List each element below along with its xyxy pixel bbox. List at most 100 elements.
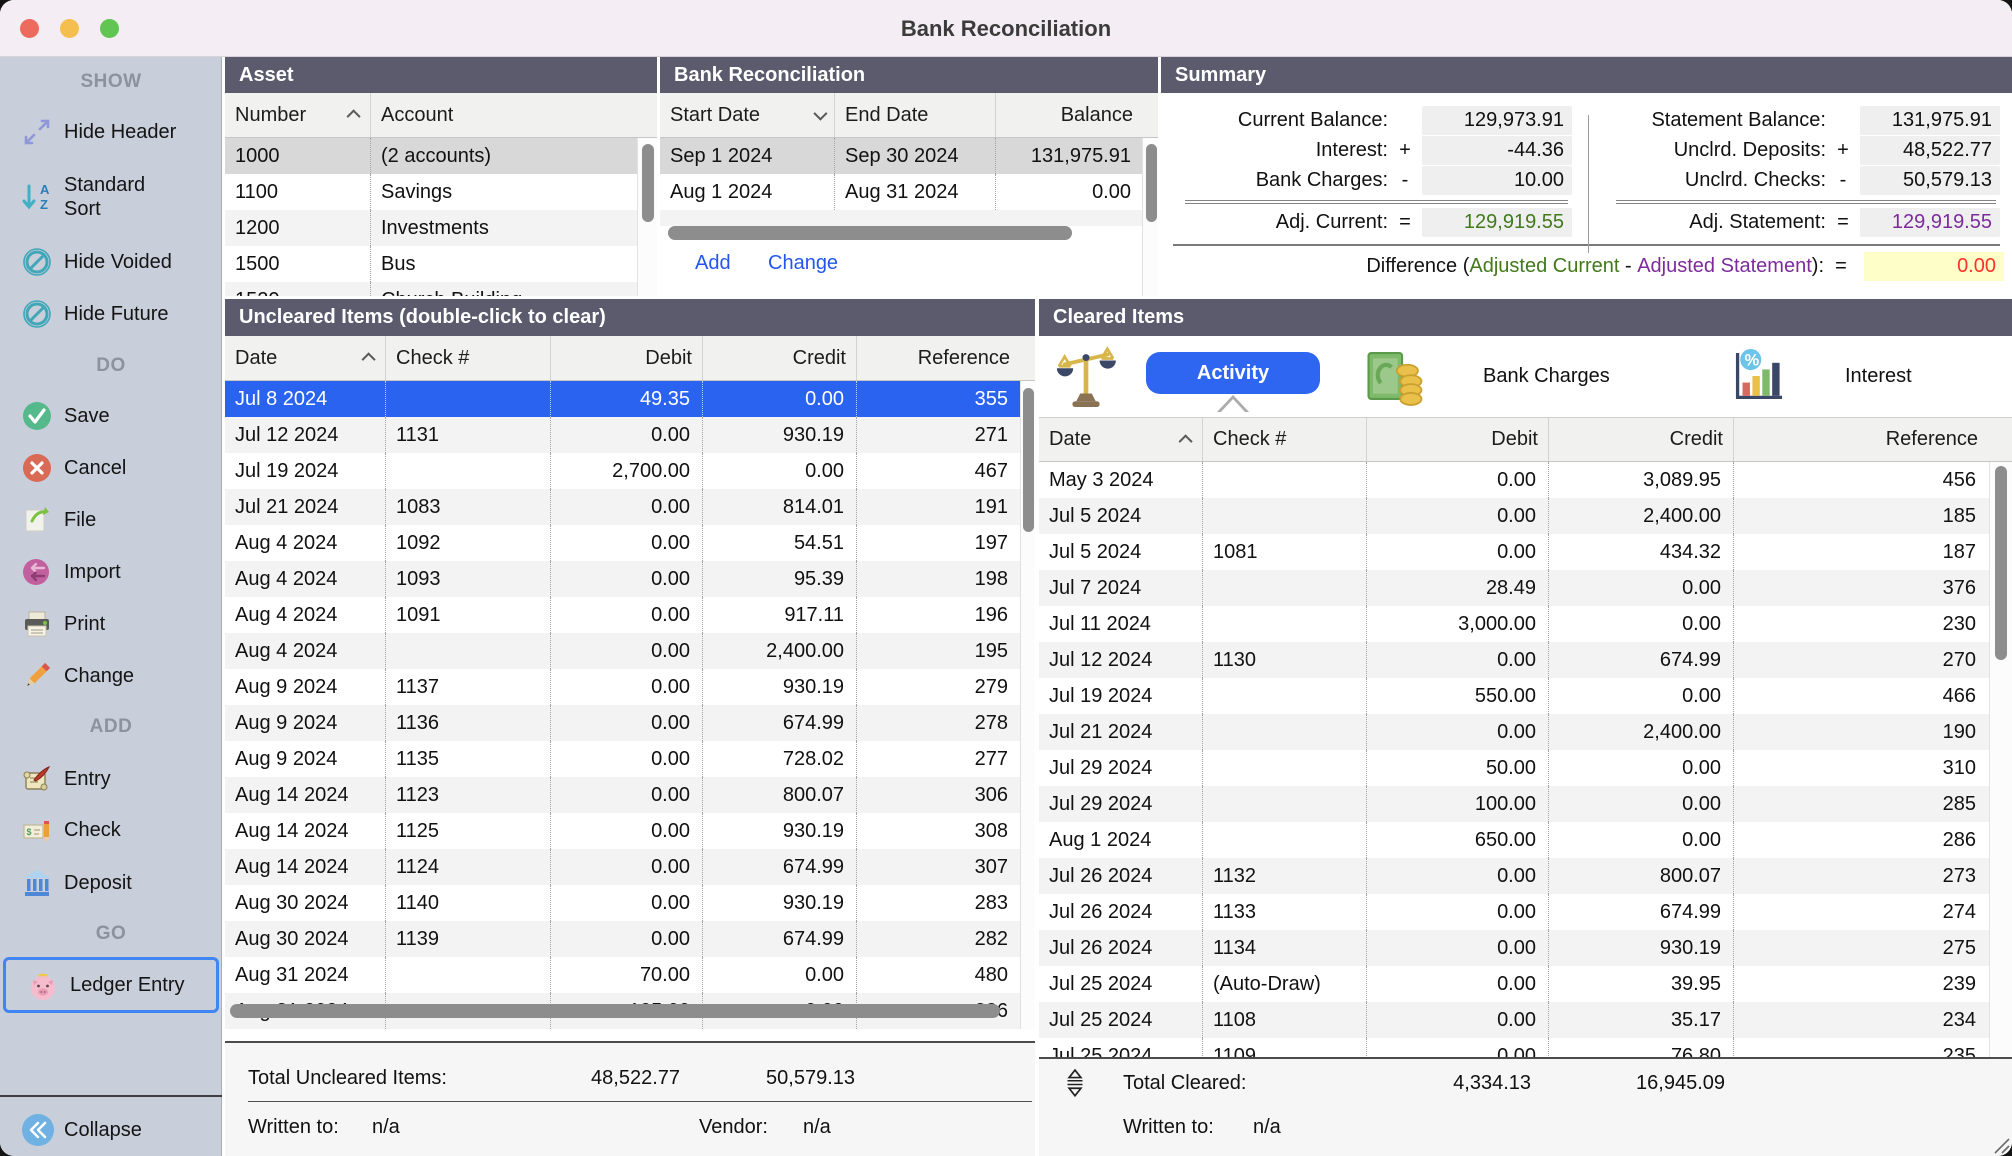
table-row[interactable]: May 3 20240.003,089.95456: [1039, 462, 2012, 498]
sidebar-item-entry[interactable]: Entry: [0, 753, 222, 805]
uncleared-horizontal-scrollbar-thumb[interactable]: [230, 1004, 1000, 1018]
uncleared-panel-header: Uncleared Items (double-click to clear): [225, 299, 1035, 336]
table-row[interactable]: Jul 29 202450.000.00310: [1039, 750, 2012, 786]
table-row[interactable]: 1000(2 accounts): [225, 138, 657, 174]
column-header-balance[interactable]: Balance: [995, 93, 1143, 137]
total-cleared-label: Total Cleared:: [1123, 1072, 1246, 1095]
column-header-check[interactable]: Check #: [1202, 418, 1366, 461]
table-row[interactable]: Jul 12 202411300.00674.99270: [1039, 642, 2012, 678]
table-row[interactable]: Aug 4 20240.002,400.00195: [225, 633, 1035, 669]
column-header-date[interactable]: Date: [225, 336, 385, 380]
table-row[interactable]: Jul 25 202411090.0076.80235: [1039, 1038, 2012, 1057]
scrollbar-thumb[interactable]: [1146, 144, 1157, 222]
sidebar-item-standard-sort[interactable]: A Z Standard Sort: [0, 158, 222, 236]
cell: 270: [1733, 642, 1988, 678]
column-header-credit[interactable]: Credit: [1548, 418, 1733, 461]
table-row[interactable]: Jul 25 2024(Auto-Draw)0.0039.95239: [1039, 966, 2012, 1002]
table-row[interactable]: Aug 14 202411250.00930.19308: [225, 813, 1035, 849]
table-row[interactable]: 1200Investments: [225, 210, 657, 246]
sidebar-item-print[interactable]: Print: [0, 598, 222, 650]
table-row[interactable]: Aug 4 202410930.0095.39198: [225, 561, 1035, 597]
table-row[interactable]: Aug 14 202411230.00800.07306: [225, 777, 1035, 813]
table-row[interactable]: Jul 7 202428.490.00376: [1039, 570, 2012, 606]
column-header-number[interactable]: Number: [225, 93, 370, 137]
add-link[interactable]: Add: [695, 252, 731, 275]
table-row[interactable]: Aug 9 202411360.00674.99278: [225, 705, 1035, 741]
table-row[interactable]: Aug 9 202411370.00930.19279: [225, 669, 1035, 705]
table-row[interactable]: Jul 26 202411330.00674.99274: [1039, 894, 2012, 930]
table-row[interactable]: Jul 5 202410810.00434.32187: [1039, 534, 2012, 570]
scrollbar-thumb[interactable]: [1995, 466, 2007, 660]
cleared-vertical-scrollbar[interactable]: [1989, 462, 2012, 1057]
br-vertical-scrollbar[interactable]: [1142, 138, 1158, 296]
cell: 800.07: [702, 777, 856, 813]
tab-activity[interactable]: Activity: [1146, 352, 1320, 394]
table-row[interactable]: Sep 1 2024Sep 30 2024131,975.91: [660, 138, 1158, 174]
written-to-value: n/a: [372, 1116, 400, 1139]
asset-vertical-scrollbar[interactable]: [637, 138, 657, 296]
change-link[interactable]: Change: [768, 252, 838, 275]
column-header-debit[interactable]: Debit: [1366, 418, 1548, 461]
column-header-check[interactable]: Check #: [385, 336, 550, 380]
sidebar-item-ledger-entry[interactable]: Ledger Entry: [3, 957, 219, 1013]
table-row[interactable]: Jul 21 20240.002,400.00190: [1039, 714, 2012, 750]
table-row[interactable]: Aug 30 202411400.00930.19283: [225, 885, 1035, 921]
cell: 1093: [385, 561, 550, 597]
scrollbar-thumb[interactable]: [1023, 388, 1034, 532]
table-row[interactable]: Jul 26 202411320.00800.07273: [1039, 858, 2012, 894]
sidebar-item-deposit[interactable]: Deposit: [0, 857, 222, 909]
table-row[interactable]: Jul 26 202411340.00930.19275: [1039, 930, 2012, 966]
table-row[interactable]: Jul 8 202449.350.00355: [225, 381, 1035, 417]
cell: 0.00: [1366, 498, 1548, 534]
column-header-reference[interactable]: Reference: [1733, 418, 1988, 461]
table-row[interactable]: Aug 1 2024Aug 31 20240.00: [660, 174, 1158, 210]
table-row[interactable]: Aug 1 2024650.000.00286: [1039, 822, 2012, 858]
sidebar-item-hide-future[interactable]: Hide Future: [0, 288, 222, 340]
uncleared-vertical-scrollbar[interactable]: [1020, 381, 1035, 1029]
column-header-end-date[interactable]: End Date: [834, 93, 995, 137]
table-row[interactable]: Aug 9 202411350.00728.02277: [225, 741, 1035, 777]
resize-grip[interactable]: [1990, 1134, 2010, 1154]
table-row[interactable]: Jul 19 20242,700.000.00467: [225, 453, 1035, 489]
column-header-debit[interactable]: Debit: [550, 336, 702, 380]
sidebar-item-import[interactable]: Import: [0, 546, 222, 598]
sidebar-item-file[interactable]: File: [0, 494, 222, 546]
table-row[interactable]: 1520Church Building: [225, 282, 657, 296]
tab-interest[interactable]: Interest: [1845, 336, 1912, 417]
sidebar-item-collapse[interactable]: Collapse: [0, 1104, 222, 1156]
sidebar-item-save[interactable]: Save: [0, 390, 222, 442]
table-row[interactable]: Aug 4 202410910.00917.11196: [225, 597, 1035, 633]
table-row[interactable]: Jul 25 202411080.0035.17234: [1039, 1002, 2012, 1038]
cell: 1125: [385, 813, 550, 849]
sidebar-item-cancel[interactable]: Cancel: [0, 442, 222, 494]
table-row[interactable]: Jul 19 2024550.000.00466: [1039, 678, 2012, 714]
table-row[interactable]: Jul 11 20243,000.000.00230: [1039, 606, 2012, 642]
cell: 0.00: [550, 489, 702, 525]
table-row[interactable]: Jul 5 20240.002,400.00185: [1039, 498, 2012, 534]
table-row[interactable]: Jul 29 2024100.000.00285: [1039, 786, 2012, 822]
table-row[interactable]: Aug 4 202410920.0054.51197: [225, 525, 1035, 561]
cell: 1000: [225, 138, 370, 174]
table-row[interactable]: 1100Savings: [225, 174, 657, 210]
sidebar-item-change[interactable]: Change: [0, 650, 222, 702]
tab-bank-charges[interactable]: Bank Charges: [1483, 336, 1610, 417]
table-row[interactable]: 1500Bus: [225, 246, 657, 282]
cell: 0.00: [995, 174, 1143, 210]
table-row[interactable]: Aug 14 202411240.00674.99307: [225, 849, 1035, 885]
table-row[interactable]: Aug 31 202470.000.00480: [225, 957, 1035, 993]
scrollbar-thumb[interactable]: [642, 144, 654, 222]
cell: 2,400.00: [1548, 498, 1733, 534]
sidebar-item-check[interactable]: $ Check: [0, 804, 222, 856]
table-row[interactable]: Jul 21 202410830.00814.01191: [225, 489, 1035, 525]
sidebar-item-hide-header[interactable]: Hide Header: [0, 106, 222, 158]
sidebar-item-hide-voided[interactable]: Hide Voided: [0, 236, 222, 288]
table-row[interactable]: Jul 12 202411310.00930.19271: [225, 417, 1035, 453]
column-header-start-date[interactable]: Start Date: [660, 93, 834, 137]
bank-reconciliation-table: Start DateEnd DateBalance Sep 1 2024Sep …: [660, 93, 1158, 296]
column-header-credit[interactable]: Credit: [702, 336, 856, 380]
column-header-account[interactable]: Account: [370, 93, 637, 137]
br-horizontal-scrollbar-thumb[interactable]: [668, 226, 1072, 240]
table-row[interactable]: Aug 30 202411390.00674.99282: [225, 921, 1035, 957]
column-header-reference[interactable]: Reference: [856, 336, 1020, 380]
column-header-date[interactable]: Date: [1039, 418, 1202, 461]
